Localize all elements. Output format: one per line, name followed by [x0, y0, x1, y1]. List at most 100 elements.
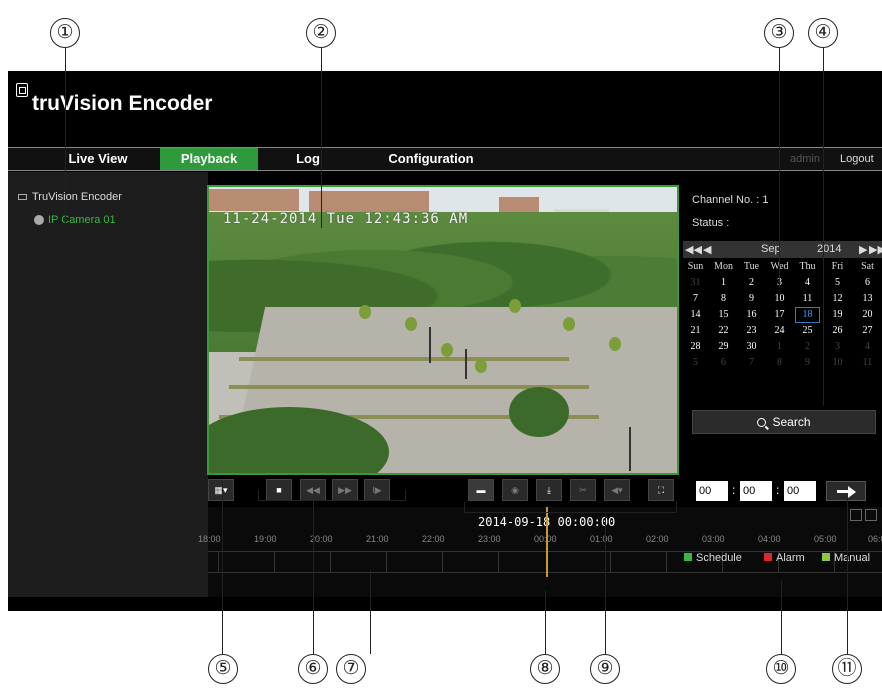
- fullscreen-button[interactable]: ⛶: [648, 479, 674, 501]
- calendar-day[interactable]: 20: [855, 307, 880, 323]
- legend-label: Schedule: [696, 552, 742, 564]
- second-input[interactable]: 00: [784, 481, 816, 501]
- callout-4: ④: [808, 18, 838, 48]
- calendar-day[interactable]: 10: [767, 291, 792, 307]
- callout-11: ⑪: [832, 654, 862, 684]
- tab-playback[interactable]: Playback: [160, 148, 258, 170]
- timeline-gridline: [498, 551, 499, 573]
- leader-line: [781, 580, 782, 654]
- callout-5: ⑤: [208, 654, 238, 684]
- callout-8: ⑧: [530, 654, 560, 684]
- calendar-day[interactable]: 2: [795, 339, 820, 355]
- prev-year-icon[interactable]: ◀◀: [685, 243, 702, 256]
- calendar-day[interactable]: 3: [825, 339, 850, 355]
- leader-line: [676, 502, 677, 512]
- calendar-day[interactable]: 2: [739, 275, 764, 291]
- calendar-day[interactable]: 11: [795, 291, 820, 307]
- calendar-day[interactable]: 15: [711, 307, 736, 323]
- calendar-day-selected[interactable]: 18: [795, 307, 820, 323]
- calendar-day[interactable]: 9: [739, 291, 764, 307]
- calendar-day[interactable]: 24: [767, 323, 792, 339]
- calendar-day[interactable]: 10: [825, 355, 850, 371]
- next-month-icon[interactable]: ▶: [859, 243, 867, 256]
- tree-root[interactable]: TruVision Encoder: [18, 191, 122, 203]
- calendar-week: 21 22 23 24 25 26 27: [683, 323, 882, 339]
- calendar-day[interactable]: 31: [683, 275, 708, 291]
- calendar-week: 31 1 2 3 4 5 6: [683, 275, 882, 291]
- download-button[interactable]: ⤓: [536, 479, 562, 501]
- calendar-day[interactable]: 8: [711, 291, 736, 307]
- calendar-day[interactable]: 17: [767, 307, 792, 323]
- window-split-button[interactable]: ▦▾: [208, 479, 234, 501]
- stop-button[interactable]: ■: [266, 479, 292, 501]
- manual-swatch: [822, 553, 830, 561]
- calendar-day[interactable]: 19: [825, 307, 850, 323]
- calendar-day[interactable]: 1: [767, 339, 792, 355]
- calendar-day[interactable]: 7: [683, 291, 708, 307]
- calendar-day[interactable]: 7: [739, 355, 764, 371]
- playback-video[interactable]: 11-24-2014 Tue 12:43:36 AM: [207, 185, 679, 475]
- calendar-day[interactable]: 13: [855, 291, 880, 307]
- calendar-day[interactable]: 16: [739, 307, 764, 323]
- timeline-gridline: [330, 551, 331, 573]
- encoder-icon: [18, 194, 27, 201]
- calendar-day[interactable]: 12: [825, 291, 850, 307]
- leader-line: [605, 512, 606, 654]
- calendar-day[interactable]: 29: [711, 339, 736, 355]
- calendar-day[interactable]: 11: [855, 355, 880, 371]
- weekday: Fri: [831, 261, 844, 272]
- calendar-day[interactable]: 9: [795, 355, 820, 371]
- calendar-day[interactable]: 23: [739, 323, 764, 339]
- minute-input[interactable]: 00: [740, 481, 772, 501]
- logout-link[interactable]: Logout: [840, 148, 874, 170]
- tab-configuration[interactable]: Configuration: [376, 148, 486, 170]
- menu-bar: Live View Playback Log Configuration adm…: [8, 147, 882, 171]
- timeline-zoom-in-icon[interactable]: [865, 509, 877, 521]
- calendar-day[interactable]: 30: [739, 339, 764, 355]
- search-button[interactable]: Search: [692, 410, 876, 434]
- calendar-day[interactable]: 22: [711, 323, 736, 339]
- slow-forward-button[interactable]: ◀◀: [300, 479, 326, 501]
- single-frame-button[interactable]: I▶: [364, 479, 390, 501]
- record-clip-button[interactable]: ▬: [468, 479, 494, 501]
- calendar-day[interactable]: 4: [855, 339, 880, 355]
- camera-icon: [34, 215, 44, 226]
- calendar-day[interactable]: 6: [855, 275, 880, 291]
- sapling: [405, 317, 417, 331]
- leader-line: [464, 502, 465, 512]
- timeline-tick: 06:00: [868, 534, 882, 544]
- hour-input[interactable]: 00: [696, 481, 728, 501]
- timeline-gridline: [610, 551, 611, 573]
- tab-log[interactable]: Log: [278, 148, 338, 170]
- go-to-time-button[interactable]: [826, 481, 866, 501]
- calendar-day[interactable]: 28: [683, 339, 708, 355]
- leader-line: [65, 48, 66, 226]
- calendar-week: 14 15 16 17 18 19 20: [683, 307, 882, 323]
- calendar-day[interactable]: 5: [683, 355, 708, 371]
- timeline-zoom-out-icon[interactable]: [850, 509, 862, 521]
- calendar-day[interactable]: 4: [795, 275, 820, 291]
- calendar-day[interactable]: 14: [683, 307, 708, 323]
- calendar-day[interactable]: 27: [855, 323, 880, 339]
- capture-button[interactable]: ◉: [502, 479, 528, 501]
- timeline-cursor[interactable]: [546, 507, 548, 577]
- tree-camera-item[interactable]: IP Camera 01: [34, 214, 116, 226]
- calendar-day[interactable]: 25: [795, 323, 820, 339]
- calendar-day[interactable]: 5: [825, 275, 850, 291]
- calendar-day[interactable]: 1: [711, 275, 736, 291]
- lamp-pole: [429, 327, 431, 363]
- next-year-icon[interactable]: ▶▶: [869, 243, 882, 256]
- prev-month-icon[interactable]: ◀: [703, 243, 711, 256]
- audio-button[interactable]: ◀▾: [604, 479, 630, 501]
- timeline-tick: 02:00: [646, 534, 669, 544]
- calendar-day[interactable]: 21: [683, 323, 708, 339]
- legend-alarm: Alarm: [764, 552, 805, 564]
- calendar-day[interactable]: 8: [767, 355, 792, 371]
- calendar-day[interactable]: 6: [711, 355, 736, 371]
- lamp-pole: [629, 427, 631, 471]
- calendar-day[interactable]: 26: [825, 323, 850, 339]
- clip-button[interactable]: ✂: [570, 479, 596, 501]
- weekday: Thu: [799, 261, 816, 272]
- fast-forward-button[interactable]: ▶▶: [332, 479, 358, 501]
- tab-live-view[interactable]: Live View: [48, 148, 148, 170]
